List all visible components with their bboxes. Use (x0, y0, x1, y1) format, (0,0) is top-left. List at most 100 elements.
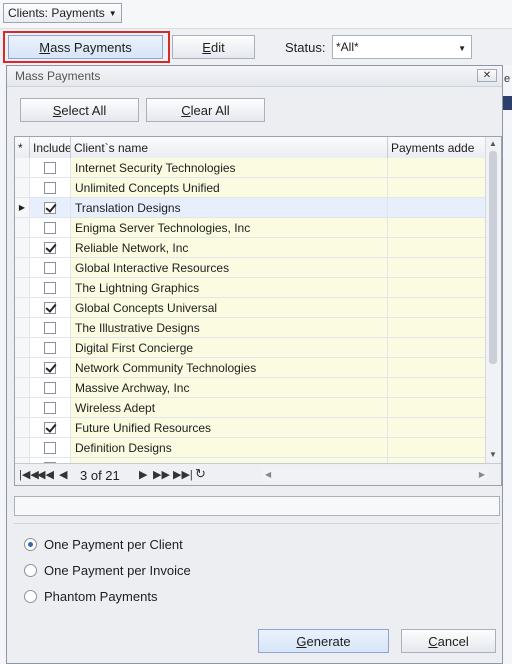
row-indicator[interactable] (15, 438, 30, 457)
include-cell[interactable] (30, 318, 71, 337)
include-checkbox[interactable] (44, 201, 56, 214)
payment-mode-option[interactable]: Phantom Payments (24, 587, 157, 605)
include-checkbox[interactable] (44, 181, 56, 194)
refresh-icon[interactable]: ↻ (195, 466, 206, 482)
include-checkbox[interactable] (44, 161, 56, 174)
table-row[interactable]: Internet Security Technologies (15, 158, 485, 178)
include-checkbox[interactable] (44, 301, 56, 314)
payment-mode-option[interactable]: One Payment per Client (24, 535, 183, 553)
vertical-scrollbar[interactable]: ▲ ▼ (485, 137, 501, 463)
table-row[interactable]: Unlimited Concepts Unified (15, 178, 485, 198)
payments-added-cell[interactable] (388, 438, 485, 457)
row-indicator[interactable] (15, 178, 30, 197)
include-cell[interactable] (30, 238, 71, 257)
client-name-cell[interactable]: Unlimited Concepts Unified (71, 178, 388, 197)
client-name-cell[interactable]: Reliable Network, Inc (71, 238, 388, 257)
table-row[interactable]: ▶ Translation Designs (15, 198, 485, 218)
payments-added-cell[interactable] (388, 158, 485, 177)
table-row[interactable]: Wireless Adept (15, 398, 485, 418)
row-indicator[interactable] (15, 218, 30, 237)
include-checkbox[interactable] (44, 421, 56, 434)
dialog-titlebar[interactable]: Mass Payments ✕ (7, 66, 502, 87)
scroll-down-icon[interactable]: ▼ (489, 450, 497, 459)
include-cell[interactable] (30, 258, 71, 277)
table-row[interactable]: Network Community Technologies (15, 358, 485, 378)
edit-button[interactable]: Edit (172, 35, 255, 59)
payments-added-cell[interactable] (388, 198, 485, 217)
client-name-cell[interactable]: Translation Designs (71, 198, 388, 217)
mass-payments-button[interactable]: Mass Payments (8, 35, 163, 59)
radio-button[interactable] (24, 589, 37, 603)
last-record-icon[interactable]: ▶▶| (173, 468, 193, 481)
row-indicator[interactable]: ▶ (15, 198, 30, 217)
row-indicator[interactable] (15, 418, 30, 437)
include-checkbox[interactable] (44, 401, 56, 414)
row-indicator[interactable] (15, 238, 30, 257)
module-dropdown[interactable]: Clients: Payments ▼ (3, 3, 122, 23)
row-indicator[interactable] (15, 278, 30, 297)
close-button[interactable]: ✕ (477, 69, 497, 82)
row-indicator[interactable] (15, 298, 30, 317)
include-cell[interactable] (30, 158, 71, 177)
include-checkbox[interactable] (44, 381, 56, 394)
include-cell[interactable] (30, 338, 71, 357)
payments-added-cell[interactable] (388, 298, 485, 317)
include-checkbox[interactable] (44, 261, 56, 274)
include-checkbox[interactable] (44, 441, 56, 454)
select-all-button[interactable]: Select All (20, 98, 139, 122)
table-row[interactable]: Digital First Concierge (15, 338, 485, 358)
client-name-cell[interactable]: Massive Archway, Inc (71, 378, 388, 397)
row-indicator[interactable] (15, 398, 30, 417)
payments-added-cell[interactable] (388, 238, 485, 257)
payments-added-cell[interactable] (388, 418, 485, 437)
scroll-up-icon[interactable]: ▲ (489, 139, 497, 148)
include-cell[interactable] (30, 298, 71, 317)
include-cell[interactable] (30, 358, 71, 377)
payments-added-cell[interactable] (388, 318, 485, 337)
row-indicator[interactable] (15, 318, 30, 337)
row-indicator[interactable] (15, 378, 30, 397)
include-checkbox[interactable] (44, 341, 56, 354)
client-name-cell[interactable]: The Illustrative Designs (71, 318, 388, 337)
include-cell[interactable] (30, 438, 71, 457)
row-indicator[interactable] (15, 358, 30, 377)
payments-added-cell[interactable] (388, 278, 485, 297)
scroll-thumb[interactable] (489, 151, 497, 364)
next-page-icon[interactable]: ▶▶ (153, 468, 170, 481)
client-name-cell[interactable]: Global Interactive Resources (71, 258, 388, 277)
table-row[interactable]: Definition Designs (15, 438, 485, 458)
row-indicator[interactable] (15, 158, 30, 177)
table-row[interactable]: Massive Archway, Inc (15, 378, 485, 398)
previous-record-icon[interactable]: ◀ (59, 468, 67, 481)
include-cell[interactable] (30, 278, 71, 297)
client-name-cell[interactable]: Digital First Concierge (71, 338, 388, 357)
scroll-left-icon[interactable]: ◀ (265, 470, 271, 479)
row-indicator[interactable] (15, 258, 30, 277)
cancel-button[interactable]: Cancel (401, 629, 496, 653)
column-header-payments-added[interactable]: Payments adde (388, 137, 485, 158)
table-row[interactable]: The Lightning Graphics (15, 278, 485, 298)
radio-button[interactable] (24, 563, 37, 577)
include-checkbox[interactable] (44, 281, 56, 294)
include-cell[interactable] (30, 218, 71, 237)
next-record-icon[interactable]: ▶ (139, 468, 147, 481)
include-cell[interactable] (30, 398, 71, 417)
client-name-cell[interactable]: Future Unified Resources (71, 418, 388, 437)
client-name-cell[interactable]: Global Concepts Universal (71, 298, 388, 317)
generate-button[interactable]: Generate (258, 629, 389, 653)
table-row[interactable]: Enigma Server Technologies, Inc (15, 218, 485, 238)
include-cell[interactable] (30, 198, 71, 217)
table-row[interactable]: Future Unified Resources (15, 418, 485, 438)
horizontal-scrollbar[interactable]: ◀ ▶ (261, 469, 487, 481)
include-cell[interactable] (30, 418, 71, 437)
table-row[interactable]: Global Concepts Universal (15, 298, 485, 318)
include-checkbox[interactable] (44, 321, 56, 334)
client-name-cell[interactable]: The Lightning Graphics (71, 278, 388, 297)
client-name-cell[interactable]: Definition Designs (71, 438, 388, 457)
column-header-client-name[interactable]: Client`s name (71, 137, 388, 158)
include-checkbox[interactable] (44, 221, 56, 234)
payments-added-cell[interactable] (388, 218, 485, 237)
payments-added-cell[interactable] (388, 338, 485, 357)
include-cell[interactable] (30, 178, 71, 197)
payments-added-cell[interactable] (388, 398, 485, 417)
